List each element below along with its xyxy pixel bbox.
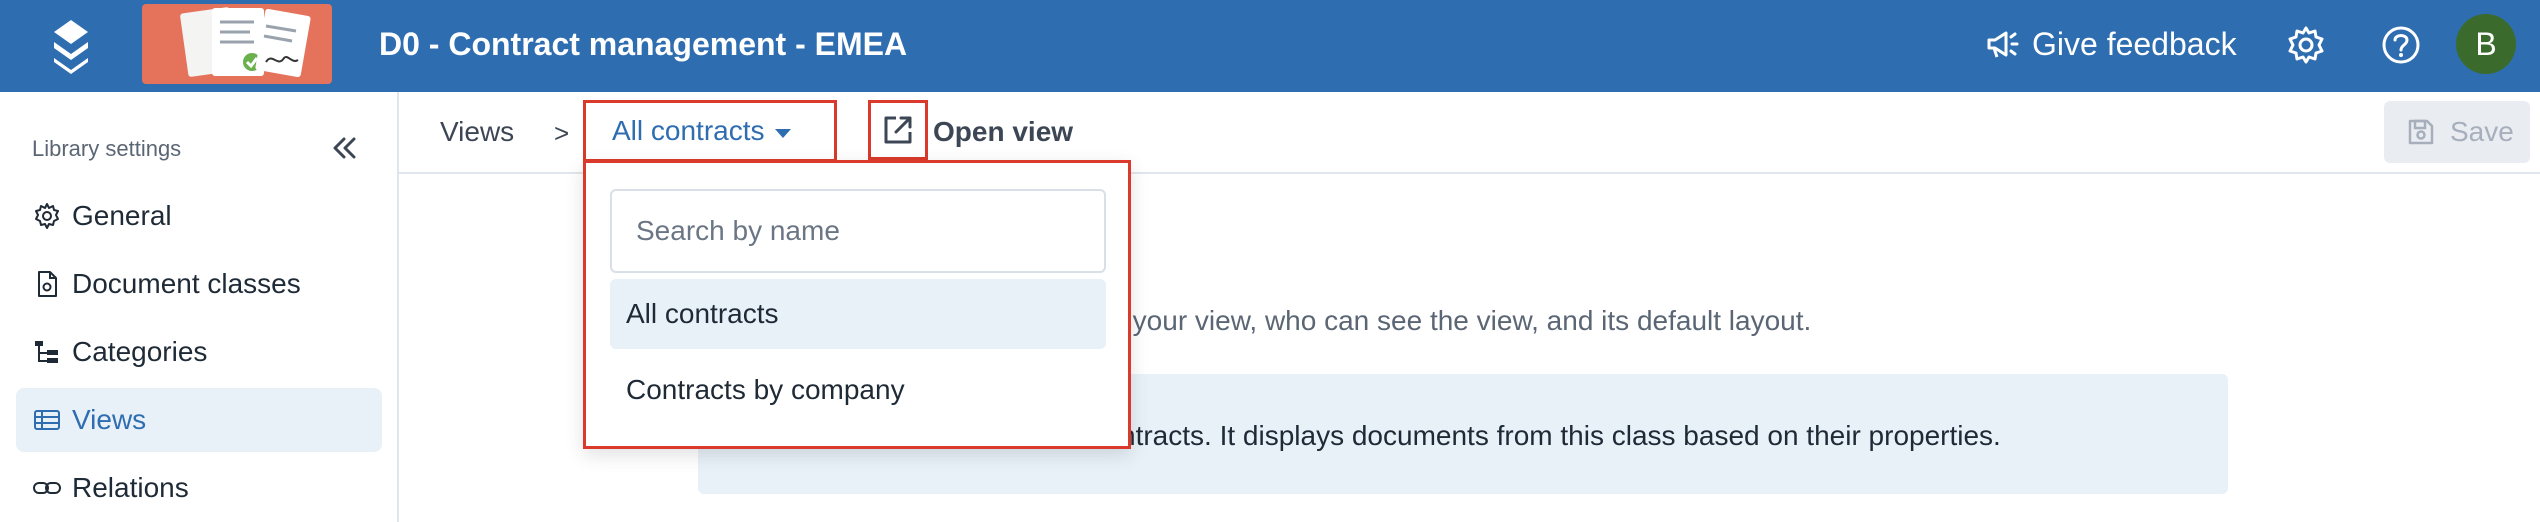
menu-option-contracts-by-company[interactable]: Contracts by company bbox=[610, 355, 1106, 425]
sidebar-item-label: Document classes bbox=[72, 268, 301, 299]
give-feedback-label: Give feedback bbox=[2032, 25, 2237, 62]
gear-icon bbox=[35, 203, 59, 229]
sidebar-item-views[interactable]: Views bbox=[16, 388, 382, 452]
double-chevron-left-icon[interactable] bbox=[326, 130, 362, 166]
document-gear-icon bbox=[38, 271, 57, 297]
breadcrumb-views-link[interactable]: Views bbox=[440, 116, 514, 148]
sidebar-item-categories[interactable]: Categories bbox=[16, 320, 382, 384]
view-selector-value: All contracts bbox=[612, 115, 765, 146]
contract-documents-icon bbox=[180, 7, 311, 78]
external-link-icon bbox=[884, 116, 912, 144]
library-thumbnail bbox=[142, 4, 332, 84]
open-view-button[interactable] bbox=[868, 100, 928, 160]
sidebar-item-relations[interactable]: Relations bbox=[16, 456, 382, 520]
hierarchy-icon bbox=[35, 341, 58, 363]
give-feedback-button[interactable]: Give feedback bbox=[1984, 24, 2237, 64]
link-icon bbox=[33, 482, 61, 494]
save-label: Save bbox=[2450, 116, 2514, 147]
page-title: D0 - Contract management - EMEA bbox=[379, 26, 908, 62]
sidebar-item-label: Views bbox=[72, 404, 147, 435]
sidebar-item-label: General bbox=[72, 200, 172, 231]
avatar[interactable]: B bbox=[2456, 14, 2516, 74]
sidebar: Library settings General Document classe… bbox=[0, 92, 399, 522]
megaphone-icon bbox=[1987, 31, 2019, 58]
question-circle-icon[interactable] bbox=[2380, 24, 2422, 66]
search-input[interactable] bbox=[610, 189, 1106, 273]
menu-option-label: All contracts bbox=[626, 298, 779, 329]
top-bar: D0 - Contract management - EMEA Give fee… bbox=[0, 0, 2540, 92]
info-banner-text: ntracts. It displays documents from this… bbox=[1120, 420, 2001, 451]
menu-option-label: Contracts by company bbox=[626, 374, 905, 405]
save-button[interactable]: Save bbox=[2384, 101, 2530, 163]
sidebar-heading: Library settings bbox=[32, 136, 182, 161]
menu-option-all-contracts[interactable]: All contracts bbox=[610, 279, 1106, 349]
sidebar-item-label: Relations bbox=[72, 472, 189, 503]
sidebar-item-general[interactable]: General bbox=[16, 184, 382, 248]
view-description-text: or your view, who can see the view, and … bbox=[1100, 305, 1812, 336]
app-logo-icon[interactable] bbox=[40, 18, 102, 76]
avatar-initial: B bbox=[2475, 25, 2497, 62]
sidebar-item-document-classes[interactable]: Document classes bbox=[16, 252, 382, 316]
breadcrumb-separator: > bbox=[554, 118, 570, 148]
view-selector-menu: All contracts Contracts by company bbox=[583, 160, 1131, 449]
view-selector-dropdown[interactable]: All contracts bbox=[583, 100, 837, 162]
list-view-icon bbox=[34, 410, 60, 430]
floppy-disk-icon bbox=[2408, 119, 2434, 145]
sidebar-item-label: Categories bbox=[72, 336, 208, 367]
open-view-label[interactable]: Open view bbox=[933, 116, 1073, 148]
gear-icon[interactable] bbox=[2285, 24, 2327, 66]
caret-down-icon bbox=[774, 128, 791, 138]
